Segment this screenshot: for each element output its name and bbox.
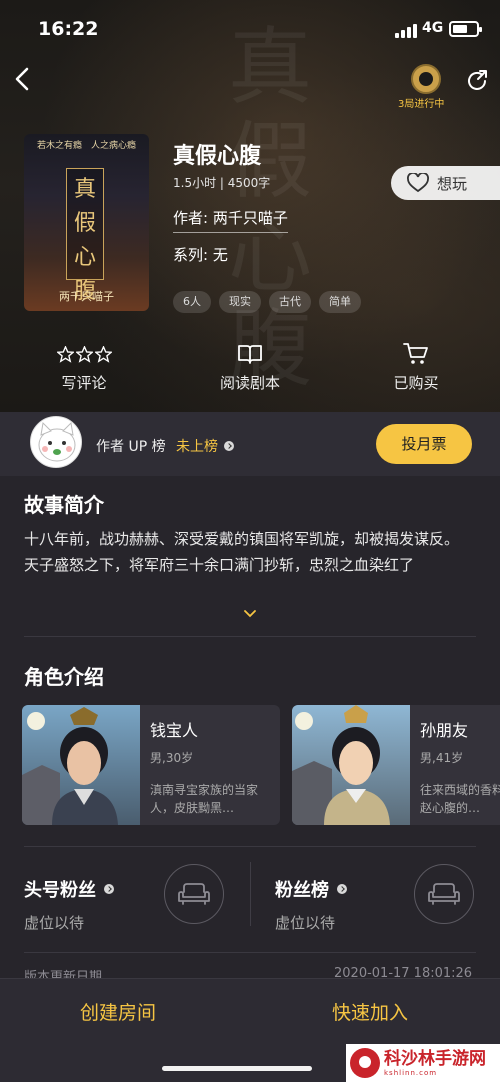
status-bar: 16:22 4G [0, 0, 500, 60]
character-info: 男,41岁 [420, 751, 464, 765]
fan-divider [250, 862, 251, 926]
section-divider [24, 952, 476, 953]
tag-era: 古代 [269, 291, 311, 313]
chevron-right-icon [224, 441, 234, 451]
script-cover-image: 若木之有瘾 人之病心瘾 真假心腹 两千只喵子 [24, 134, 149, 311]
character-desc: 往来西域的香料商人，赵心腹的… [420, 783, 500, 815]
cart-icon [356, 342, 476, 366]
action-row: 写评论 阅读剧本 已购买 [0, 342, 500, 402]
character-card[interactable]: 孙朋友 男,41岁 往来西域的香料商人，赵心腹的… [292, 705, 500, 825]
sofa-seat-icon[interactable] [164, 864, 224, 924]
character-name: 钱宝人 [150, 721, 199, 740]
heart-icon [407, 173, 429, 193]
fan-ranking-section[interactable]: 粉丝榜 虚位以待 [275, 876, 347, 933]
tag-difficulty: 简单 [319, 291, 361, 313]
cover-title: 真假心腹 [66, 168, 104, 304]
game-progress-icon[interactable] [411, 64, 441, 94]
star-rating-icon [24, 342, 144, 366]
fan-ranking-placeholder: 虚位以待 [275, 914, 336, 932]
want-to-play-label: 想玩 [437, 174, 468, 193]
character-portrait [292, 705, 410, 825]
create-room-button[interactable]: 创建房间 [80, 998, 156, 1025]
monthly-vote-button[interactable]: 投月票 [376, 424, 472, 464]
read-script-label: 阅读剧本 [219, 374, 280, 392]
write-review-label: 写评论 [61, 374, 107, 392]
top-fan-placeholder: 虚位以待 [24, 914, 85, 932]
game-progress-label[interactable]: 3局进行中 [398, 95, 444, 110]
watermark-title: 科沙林手游网 [384, 1049, 486, 1069]
home-indicator [162, 1066, 312, 1071]
synopsis-text: 十八年前，战功赫赫、深受爱戴的镇国将军凯旋，却被揭发谋反。 天子盛怒之下，将军府… [24, 526, 480, 578]
tag-players: 6人 [173, 291, 211, 313]
cover-author: 两千只喵子 [59, 290, 114, 303]
sofa-seat-icon[interactable] [414, 864, 474, 924]
chevron-right-icon [104, 884, 114, 894]
purchased-label: 已购买 [393, 374, 439, 392]
author-rank-status[interactable]: 未上榜 [176, 436, 234, 456]
character-name: 孙朋友 [420, 721, 469, 740]
synopsis-paragraph-2: 天子盛怒之下，将军府三十余口满门抄斩，忠烈之血染红了 [24, 556, 415, 574]
back-arrow-icon[interactable] [12, 66, 32, 92]
script-detail-page: 真假心腹 16:22 4G 3局进行中 若木之有瘾 人之病心瘾 真假心腹 两千只… [0, 0, 500, 1082]
top-fan-title: 头号粉丝 [24, 880, 96, 901]
tag-list: 6人 现实 古代 简单 [173, 291, 361, 313]
character-desc: 滇南寻宝家族的当家人，皮肤黝黑… [150, 783, 259, 815]
read-script-button[interactable]: 阅读剧本 [190, 342, 310, 393]
character-portrait [22, 705, 140, 825]
fan-ranking-title: 粉丝榜 [275, 880, 329, 901]
chevron-right-icon [337, 884, 347, 894]
section-divider [24, 846, 476, 847]
characters-heading: 角色介绍 [24, 665, 104, 689]
script-series: 系列: 无 [173, 246, 228, 264]
section-divider [24, 636, 476, 637]
expand-chevron-icon[interactable] [244, 610, 256, 618]
synopsis-heading: 故事简介 [24, 493, 104, 517]
want-to-play-button[interactable]: 想玩 [391, 166, 500, 200]
site-watermark: 科沙林手游网 kshlinn.com [346, 1044, 500, 1082]
character-info: 男,30岁 [150, 751, 194, 765]
cover-tagline: 若木之有瘾 人之病心瘾 [36, 141, 136, 151]
signal-icon [395, 24, 419, 38]
share-icon[interactable] [464, 68, 490, 94]
script-author-link[interactable]: 作者: 两千只喵子 [173, 207, 288, 233]
author-avatar[interactable] [30, 416, 82, 468]
write-review-button[interactable]: 写评论 [24, 342, 144, 393]
quick-join-button[interactable]: 快速加入 [332, 998, 408, 1025]
script-title: 真假心腹 [173, 144, 262, 169]
watermark-logo-icon [350, 1048, 380, 1078]
synopsis-paragraph-1: 十八年前，战功赫赫、深受爱戴的镇国将军凯旋，却被揭发谋反。 [24, 530, 460, 548]
status-time: 16:22 [38, 18, 99, 40]
watermark-subtitle: kshlinn.com [384, 1069, 438, 1077]
author-rank-title: 作者 UP 榜 [96, 439, 166, 455]
top-fan-section[interactable]: 头号粉丝 虚位以待 [24, 876, 114, 933]
author-rank-value: 未上榜 [176, 439, 218, 455]
character-card[interactable]: 钱宝人 男,30岁 滇南寻宝家族的当家人，皮肤黝黑… [22, 705, 280, 825]
battery-icon [449, 21, 482, 37]
purchased-button[interactable]: 已购买 [356, 342, 476, 393]
tag-genre: 现实 [219, 291, 261, 313]
script-meta: 1.5小时 | 4500字 [173, 176, 271, 190]
book-icon [190, 342, 310, 366]
cat-avatar-icon [38, 421, 76, 462]
network-type: 4G [422, 20, 444, 36]
